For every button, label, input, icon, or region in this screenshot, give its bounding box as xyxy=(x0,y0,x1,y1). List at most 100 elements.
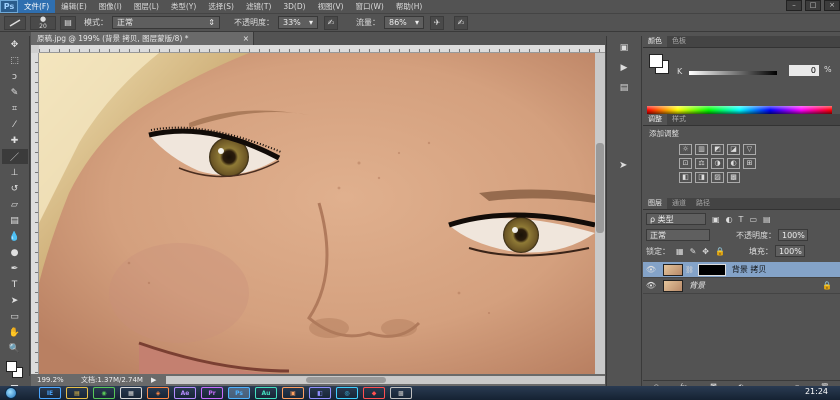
zoom-level[interactable]: 199.2% xyxy=(31,376,71,384)
taskbar-app-6[interactable]: Pr xyxy=(201,387,223,399)
exposure-icon[interactable]: ◪ xyxy=(727,144,740,155)
quick-select-tool[interactable]: ✎ xyxy=(2,85,28,100)
brightness-icon[interactable]: ☼ xyxy=(679,144,692,155)
fill-field[interactable]: 100% xyxy=(774,245,805,257)
brush-panel-toggle[interactable]: ▤ xyxy=(60,15,76,30)
color-swatches[interactable] xyxy=(2,359,28,381)
lock-all-icon[interactable]: 🔒 xyxy=(715,247,725,256)
taskbar-app-9[interactable]: ▣ xyxy=(282,387,304,399)
flow-field[interactable]: 86% ▾ xyxy=(384,16,424,29)
tab-styles[interactable]: 样式 xyxy=(667,114,691,125)
move-tool[interactable]: ✥ xyxy=(2,37,28,52)
menu-help[interactable]: 帮助(H) xyxy=(390,0,429,13)
marquee-tool[interactable]: ⬚ xyxy=(2,53,28,68)
layer-filter-select[interactable]: ρ 类型 xyxy=(646,213,706,225)
document-canvas[interactable] xyxy=(39,53,595,374)
lock-image-icon[interactable]: ✎ xyxy=(690,247,697,256)
k-value-field[interactable]: 0 xyxy=(789,65,819,76)
taskbar-app-3[interactable]: ▦ xyxy=(120,387,142,399)
brush-preset-picker[interactable] xyxy=(4,15,26,30)
close-tab-icon[interactable]: × xyxy=(243,32,249,45)
levels-icon[interactable]: ▥ xyxy=(695,144,708,155)
tab-adjustments[interactable]: 调整 xyxy=(643,114,667,125)
gradient-map-icon[interactable]: ▩ xyxy=(727,172,740,183)
opacity-field[interactable]: 33% ▾ xyxy=(278,16,318,29)
channel-mixer-icon[interactable]: ⊞ xyxy=(743,158,756,169)
link-icon[interactable]: ⛓ xyxy=(685,266,694,274)
pen-tool[interactable]: ✒ xyxy=(2,261,28,276)
threshold-icon[interactable]: ▨ xyxy=(711,172,724,183)
eraser-tool[interactable]: ▱ xyxy=(2,197,28,212)
blend-mode-select[interactable]: 正常 ⇕ xyxy=(112,16,220,29)
taskbar-app-0[interactable]: IE xyxy=(39,387,61,399)
lock-position-icon[interactable]: ✥ xyxy=(702,247,709,256)
taskbar-app-2[interactable]: ◉ xyxy=(93,387,115,399)
dodge-tool[interactable]: ● xyxy=(2,245,28,260)
invert-icon[interactable]: ◧ xyxy=(679,172,692,183)
layer-row-background-copy[interactable]: 👁 ⛓ 背景 拷贝 xyxy=(643,262,840,278)
visibility-eye-icon[interactable]: 👁 xyxy=(643,265,659,274)
menu-view[interactable]: 视图(V) xyxy=(312,0,350,13)
black-white-icon[interactable]: ◑ xyxy=(711,158,724,169)
taskbar-app-11[interactable]: ◎ xyxy=(336,387,358,399)
menu-layer[interactable]: 图层(L) xyxy=(128,0,165,13)
vertical-ruler[interactable] xyxy=(31,53,39,374)
lock-transparent-icon[interactable]: ▦ xyxy=(676,247,684,256)
path-select-tool[interactable]: ➤ xyxy=(2,293,28,308)
taskbar-app-1[interactable]: ▤ xyxy=(66,387,88,399)
menu-window[interactable]: 窗口(W) xyxy=(350,0,390,13)
curves-icon[interactable]: ◩ xyxy=(711,144,724,155)
menu-type[interactable]: 类型(Y) xyxy=(165,0,202,13)
foreground-color-swatch[interactable] xyxy=(5,361,17,372)
clone-stamp-tool[interactable]: ⊥ xyxy=(2,165,28,180)
minimize-button[interactable]: – xyxy=(786,0,802,11)
history-brush-tool[interactable]: ↺ xyxy=(2,181,28,196)
menu-image[interactable]: 图像(I) xyxy=(93,0,128,13)
start-button[interactable] xyxy=(0,386,22,400)
taskbar-app-13[interactable]: ▩ xyxy=(390,387,412,399)
taskbar-app-4[interactable]: ◈ xyxy=(147,387,169,399)
menu-filter[interactable]: 滤镜(T) xyxy=(240,0,277,13)
vibrance-icon[interactable]: ▽ xyxy=(743,144,756,155)
opacity-pressure-toggle[interactable]: ✍ xyxy=(324,15,338,30)
filter-type-icon[interactable]: T xyxy=(739,215,744,224)
history-panel-button[interactable]: ▣ xyxy=(613,40,635,56)
filter-smart-icon[interactable]: ▤ xyxy=(763,215,771,224)
vertical-scrollbar-thumb[interactable] xyxy=(596,143,604,233)
tab-paths[interactable]: 路径 xyxy=(691,198,715,209)
blur-tool[interactable]: 💧 xyxy=(2,229,28,244)
healing-brush-tool[interactable]: ✚ xyxy=(2,133,28,148)
maximize-button[interactable]: □ xyxy=(805,0,821,11)
horizontal-scrollbar[interactable] xyxy=(166,376,605,384)
taskbar-clock[interactable]: 21:24 xyxy=(805,387,828,396)
color-balance-icon[interactable]: ⚖ xyxy=(695,158,708,169)
properties-panel-button[interactable]: ▤ xyxy=(613,80,635,96)
menu-3d[interactable]: 3D(D) xyxy=(277,0,311,13)
document-tab[interactable]: 原稿.jpg @ 199% (背景 拷贝, 图层蒙版/8) * × xyxy=(31,32,254,45)
tab-layers[interactable]: 图层 xyxy=(643,198,667,209)
filter-shape-icon[interactable]: ▭ xyxy=(749,215,757,224)
tab-color[interactable]: 颜色 xyxy=(643,36,667,47)
brush-size-picker[interactable]: ● 20 xyxy=(30,15,56,30)
airbrush-toggle[interactable]: ✈ xyxy=(430,15,444,30)
tab-swatches[interactable]: 色板 xyxy=(667,36,691,47)
taskbar-app-7[interactable]: Ps xyxy=(228,387,250,399)
hand-tool[interactable]: ✋ xyxy=(2,325,28,340)
hue-saturation-icon[interactable]: ⊡ xyxy=(679,158,692,169)
posterize-icon[interactable]: ◨ xyxy=(695,172,708,183)
taskbar-app-10[interactable]: ◧ xyxy=(309,387,331,399)
tab-channels[interactable]: 通道 xyxy=(667,198,691,209)
color-spectrum-bar[interactable] xyxy=(647,106,832,114)
filter-pixel-icon[interactable]: ▣ xyxy=(712,215,720,224)
panel-foreground-swatch[interactable] xyxy=(649,54,663,68)
horizontal-ruler[interactable] xyxy=(39,45,605,53)
crop-tool[interactable]: ⌗ xyxy=(2,101,28,116)
shape-tool[interactable]: ▭ xyxy=(2,309,28,324)
eyedropper-tool[interactable]: ⁄ xyxy=(2,117,28,132)
layer-row-background[interactable]: 👁 背景 🔒 xyxy=(643,278,840,294)
menu-edit[interactable]: 编辑(E) xyxy=(55,0,93,13)
layer-mask-thumbnail[interactable] xyxy=(697,263,726,276)
taskbar-app-8[interactable]: Au xyxy=(255,387,277,399)
photo-filter-icon[interactable]: ◐ xyxy=(727,158,740,169)
visibility-eye-icon[interactable]: 👁 xyxy=(643,281,659,290)
